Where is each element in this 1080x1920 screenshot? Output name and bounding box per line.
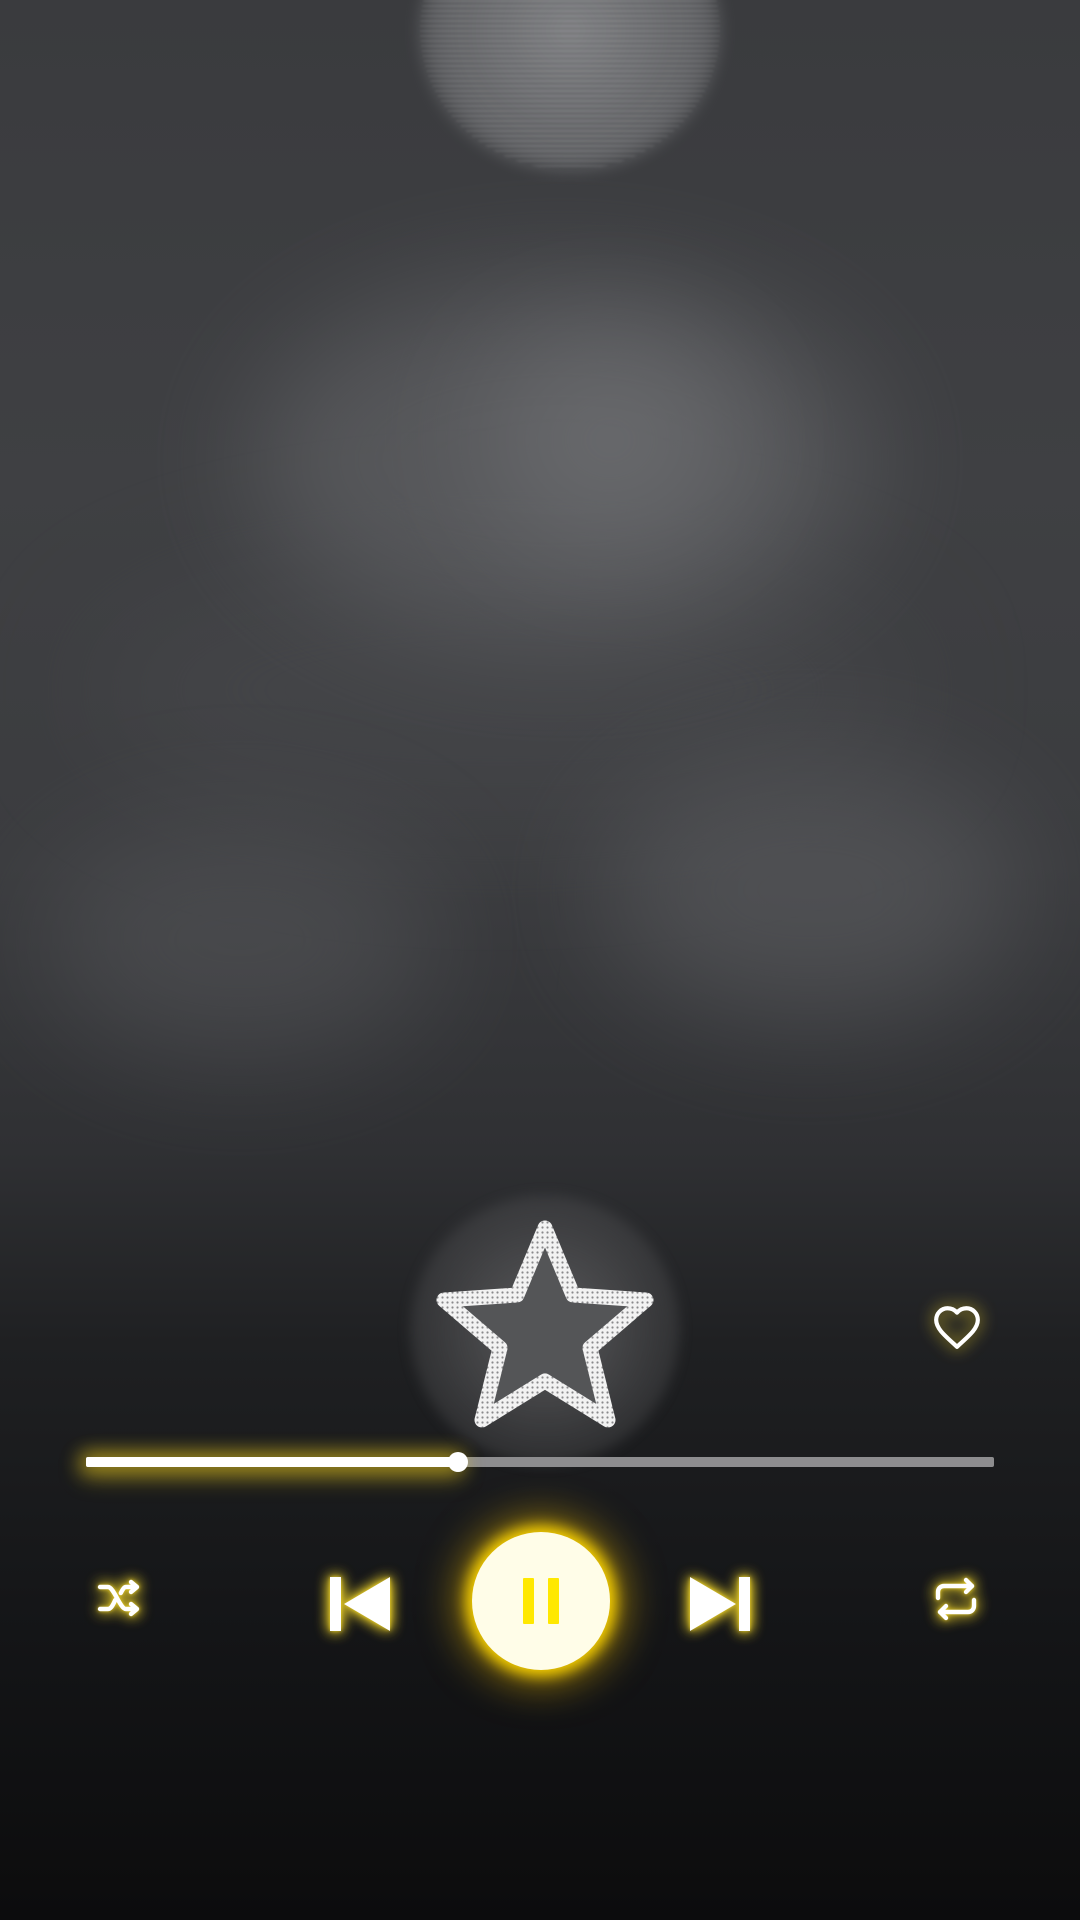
repeat-button[interactable] — [926, 1568, 986, 1630]
seek-bar[interactable] — [86, 1452, 994, 1472]
favorite-button[interactable] — [926, 1298, 988, 1356]
play-pause-button[interactable] — [472, 1532, 610, 1670]
star-outline-icon — [436, 1220, 654, 1428]
shuffle-button[interactable] — [90, 1568, 150, 1628]
heart-outline-icon — [934, 1306, 980, 1349]
background-blur-shape — [40, 820, 440, 1060]
skip-previous-icon — [330, 1577, 390, 1631]
skip-next-icon — [690, 1577, 750, 1631]
background-blur-shape — [480, 330, 740, 550]
pause-bar — [548, 1578, 559, 1624]
seek-bar-thumb[interactable] — [448, 1452, 469, 1472]
pause-icon — [523, 1578, 559, 1624]
background-blur-shape — [600, 760, 1020, 1020]
player-screen — [0, 0, 1080, 1920]
background-blur-shape — [250, 280, 870, 640]
previous-button[interactable] — [320, 1570, 400, 1638]
background-artwork-texture — [420, 0, 720, 170]
repeat-icon — [935, 1577, 977, 1621]
seek-bar-fill — [86, 1457, 459, 1467]
next-button[interactable] — [680, 1570, 760, 1638]
background-blur-shape — [90, 560, 910, 820]
shuffle-icon — [97, 1579, 140, 1617]
pause-bar — [523, 1578, 534, 1624]
